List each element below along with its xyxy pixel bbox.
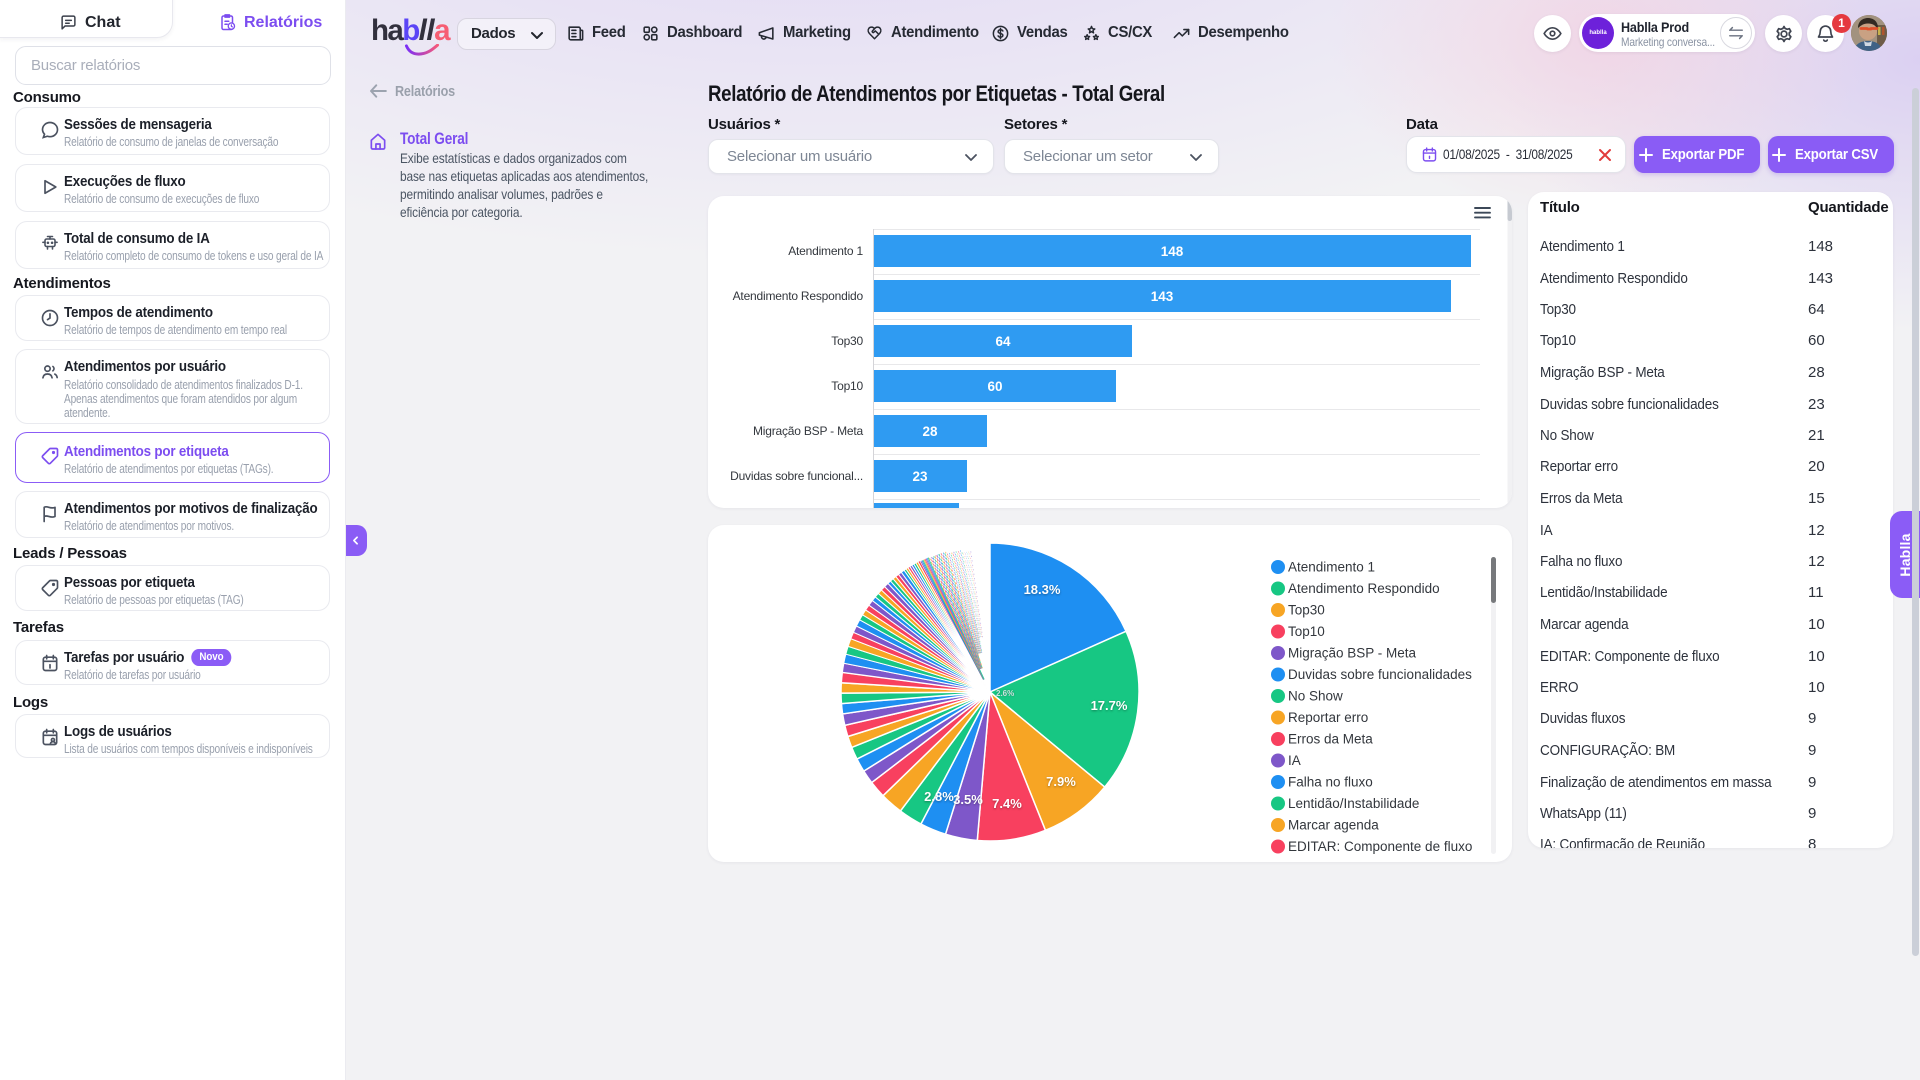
svg-text:Atendimento Respondido: Atendimento Respondido: [733, 289, 864, 303]
svg-text:Duvidas sobre funcional...: Duvidas sobre funcional...: [730, 469, 863, 483]
svg-text:Lentidão/Instabilidade: Lentidão/Instabilidade: [1288, 796, 1419, 811]
svg-text:143: 143: [1151, 289, 1174, 304]
svg-text:Top10: Top10: [831, 379, 863, 393]
svg-text:18.3%: 18.3%: [1024, 582, 1061, 597]
svg-text:Top30: Top30: [831, 334, 863, 348]
svg-text:Falha no fluxo: Falha no fluxo: [1288, 775, 1373, 790]
svg-text:Marcar agenda: Marcar agenda: [1288, 818, 1379, 833]
svg-text:EDITAR: Componente de fluxo: EDITAR: Componente de fluxo: [1288, 839, 1472, 854]
svg-text:64: 64: [995, 334, 1011, 349]
svg-text:Erros da Meta: Erros da Meta: [1288, 732, 1373, 747]
svg-text:60: 60: [987, 379, 1002, 394]
svg-text:Migração BSP - Meta: Migração BSP - Meta: [753, 424, 864, 438]
svg-text:7.4%: 7.4%: [992, 796, 1022, 811]
svg-text:2.8%: 2.8%: [924, 789, 954, 804]
svg-text:Atendimento 1: Atendimento 1: [1288, 560, 1375, 575]
svg-text:17.7%: 17.7%: [1091, 698, 1128, 713]
svg-text:IA: IA: [1288, 753, 1301, 768]
svg-text:Duvidas sobre funcionalidades: Duvidas sobre funcionalidades: [1288, 667, 1472, 682]
svg-text:Top30: Top30: [1288, 603, 1325, 618]
svg-text:Atendimento Respondido: Atendimento Respondido: [1288, 581, 1440, 596]
svg-text:Atendimento 1: Atendimento 1: [788, 244, 863, 258]
svg-text:23: 23: [912, 469, 928, 484]
svg-text:3.5%: 3.5%: [953, 792, 983, 807]
svg-text:Top10: Top10: [1288, 624, 1325, 639]
svg-text:148: 148: [1161, 244, 1184, 259]
svg-text:Reportar erro: Reportar erro: [1288, 710, 1368, 725]
svg-text:No Show: No Show: [1288, 689, 1343, 704]
svg-text:Migração BSP - Meta: Migração BSP - Meta: [1288, 646, 1417, 661]
svg-text:28: 28: [922, 424, 938, 439]
svg-text:7.9%: 7.9%: [1046, 774, 1076, 789]
svg-text:2.6%: 2.6%: [996, 689, 1014, 698]
